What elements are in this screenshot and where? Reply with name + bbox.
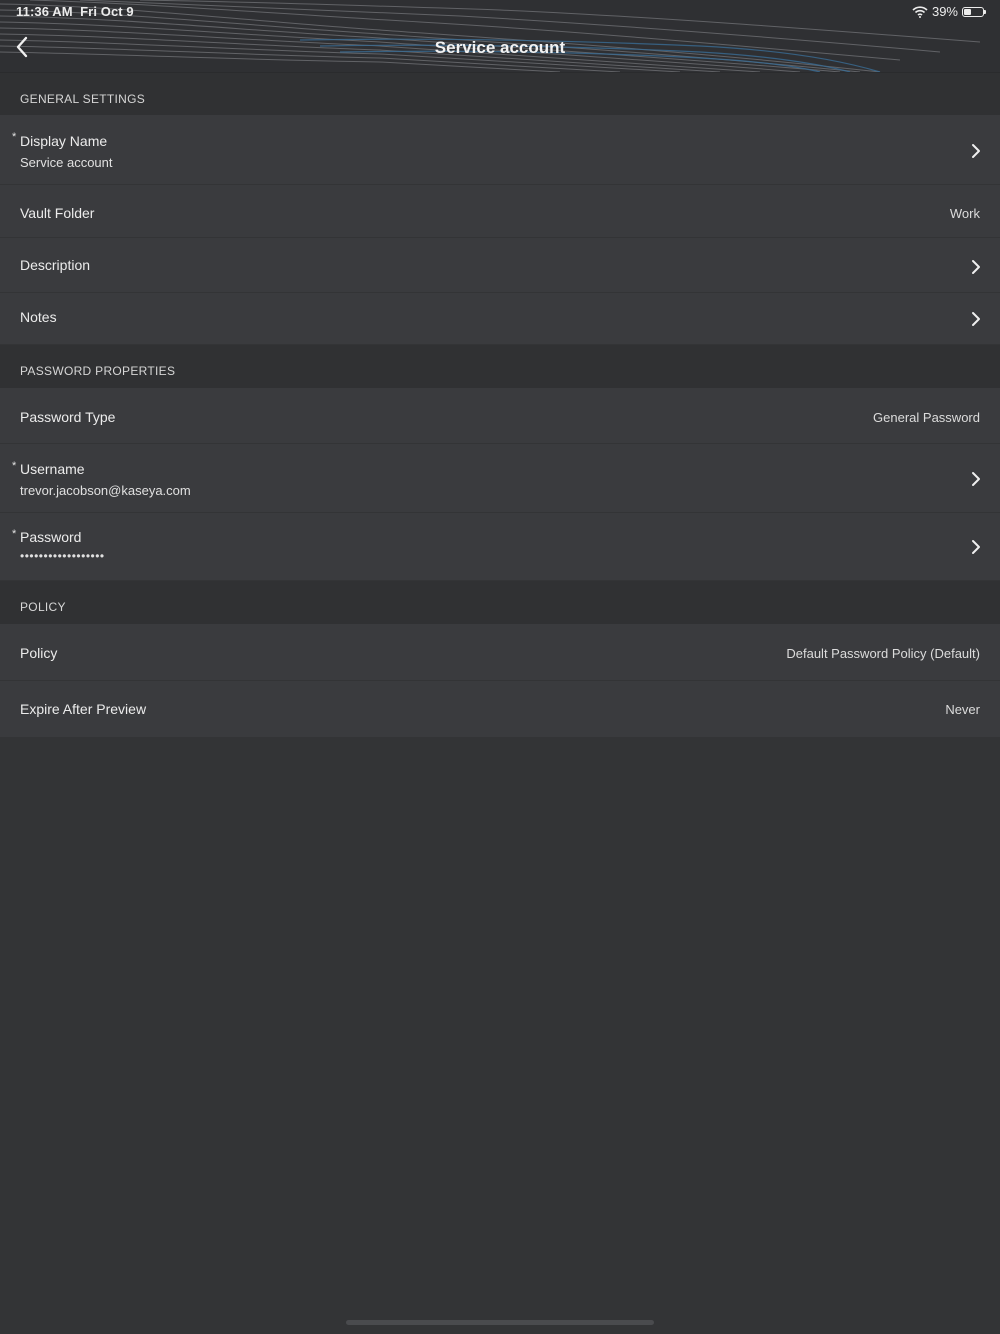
section-header-general-settings: GENERAL SETTINGS: [0, 73, 1000, 115]
status-time: 11:36 AM Fri Oct 9: [16, 4, 134, 19]
password-label: Password: [20, 529, 82, 545]
screen: 11:36 AM Fri Oct 9 39% Service account G…: [0, 0, 1000, 1334]
username-value: trevor.jacobson@kaseya.com: [20, 483, 191, 498]
password-row[interactable]: * Password ••••••••••••••••••: [0, 513, 1000, 581]
vault-folder-row[interactable]: Vault Folder Work: [0, 185, 1000, 238]
required-mark: *: [12, 460, 17, 472]
display-name-label: Display Name: [20, 133, 108, 149]
chevron-right-icon: [972, 540, 980, 554]
section-header-policy: POLICY: [0, 581, 1000, 624]
section-header-password-properties: PASSWORD PROPERTIES: [0, 345, 1000, 388]
chevron-right-icon: [972, 472, 980, 486]
home-indicator[interactable]: [346, 1320, 654, 1325]
notes-row[interactable]: Notes: [0, 293, 1000, 345]
wifi-icon: [912, 5, 928, 18]
nav-bar: 11:36 AM Fri Oct 9 39% Service account: [0, 0, 1000, 73]
description-label: Description: [20, 257, 91, 273]
required-mark: *: [12, 528, 17, 540]
expire-after-preview-row[interactable]: Expire After Preview Never: [0, 681, 1000, 738]
chevron-right-icon: [972, 312, 980, 326]
description-row[interactable]: Description: [0, 238, 1000, 293]
display-name-value: Service account: [20, 155, 113, 170]
vault-folder-value: Work: [949, 206, 980, 221]
policy-row[interactable]: Policy Default Password Policy (Default): [0, 624, 1000, 681]
page-title: Service account: [434, 38, 566, 57]
status-indicators: 39%: [912, 4, 986, 19]
display-name-row[interactable]: * Display Name Service account: [0, 115, 1000, 185]
expire-after-preview-label: Expire After Preview: [20, 701, 147, 717]
notes-label: Notes: [20, 309, 57, 325]
vault-folder-label: Vault Folder: [20, 205, 95, 221]
header-wave-decoration: [0, 0, 981, 72]
policy-label: Policy: [20, 645, 58, 661]
policy-value: Default Password Policy (Default): [786, 646, 980, 661]
password-type-value: General Password: [873, 410, 980, 425]
username-label: Username: [20, 461, 85, 477]
required-mark: *: [12, 131, 17, 143]
username-row[interactable]: * Username trevor.jacobson@kaseya.com: [0, 444, 1000, 513]
password-type-label: Password Type: [20, 409, 116, 425]
battery-fill: [964, 8, 971, 15]
chevron-right-icon: [972, 260, 980, 274]
password-type-row[interactable]: Password Type General Password: [0, 388, 1000, 444]
battery-icon: [962, 6, 986, 17]
chevron-right-icon: [972, 144, 980, 158]
password-masked-value: ••••••••••••••••••: [20, 549, 105, 563]
battery-percent: 39%: [931, 4, 958, 19]
expire-after-preview-value: Never: [945, 702, 980, 717]
